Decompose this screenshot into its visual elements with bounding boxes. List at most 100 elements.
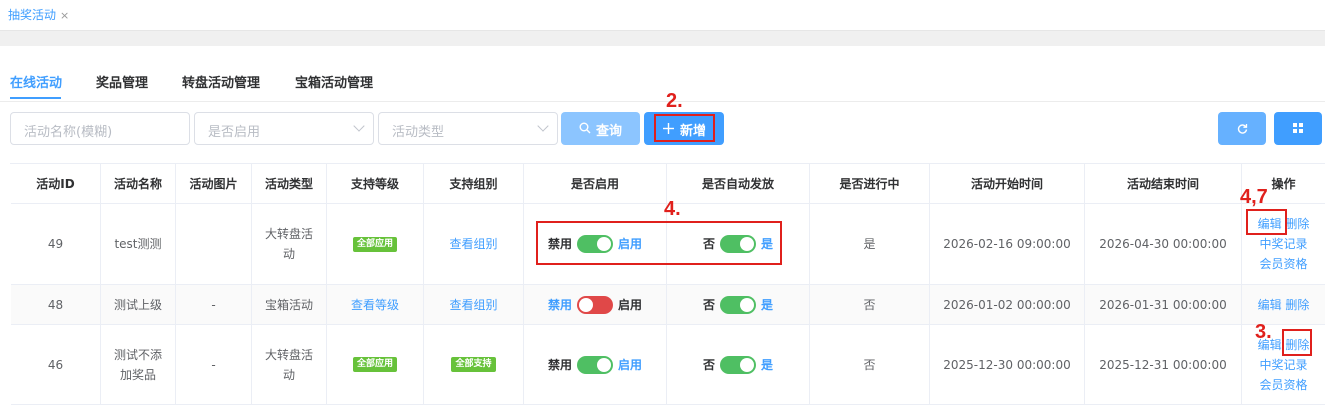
delete-link[interactable]: 删除 xyxy=(1285,298,1309,312)
cell-start: 2026-01-02 00:00:00 xyxy=(930,285,1085,324)
view-level-link[interactable]: 查看等级 xyxy=(351,295,399,315)
refresh-icon xyxy=(1237,124,1248,134)
cell-enabled: 禁用 启用 xyxy=(524,285,667,324)
enabled-placeholder: 是否启用 xyxy=(208,125,261,140)
header-image: 活动图片 xyxy=(176,164,252,203)
auto-yes-label: 是 xyxy=(761,357,774,372)
cell-image: - xyxy=(176,325,252,404)
cell-id: 48 xyxy=(11,285,101,324)
close-icon[interactable]: × xyxy=(60,9,69,22)
header-type: 活动类型 xyxy=(252,164,327,203)
view-group-link[interactable]: 查看组别 xyxy=(449,234,497,254)
tab-prize-management[interactable]: 奖品管理 xyxy=(96,72,148,91)
cell-id: 46 xyxy=(11,325,101,404)
sub-tabs: 在线活动 奖品管理 转盘活动管理 宝箱活动管理 xyxy=(0,66,1325,100)
activity-type-placeholder: 活动类型 xyxy=(392,125,445,140)
delete-link[interactable]: 删除 xyxy=(1285,217,1309,231)
cell-group: 查看组别 xyxy=(424,204,524,284)
cell-level: 全部应用 xyxy=(327,325,424,404)
delete-link-highlight xyxy=(1282,329,1312,356)
cell-auto: 否 是 xyxy=(667,325,810,404)
divider-band xyxy=(0,30,1325,46)
header-id: 活动ID xyxy=(11,164,101,203)
cell-start: 2026-02-16 09:00:00 xyxy=(930,204,1085,284)
cell-name: 测试不添加奖品 xyxy=(101,325,176,404)
annotation-label-edit: 4,7 xyxy=(1240,186,1268,208)
annotation-label-delete: 3. xyxy=(1255,321,1272,343)
auto-no-label: 否 xyxy=(702,357,715,372)
annotation-label-switches: 4. xyxy=(664,198,681,220)
header-name: 活动名称 xyxy=(101,164,176,203)
header-end: 活动结束时间 xyxy=(1085,164,1242,203)
table-row: 46 测试不添加奖品 - 大转盘活动 全部应用 全部支持 禁用 启用 否 是 否… xyxy=(11,325,1325,405)
prize-records-link[interactable]: 中奖记录 xyxy=(1259,234,1307,254)
cell-level: 全部应用 xyxy=(327,204,424,284)
cell-image xyxy=(176,204,252,284)
cell-level: 查看等级 xyxy=(327,285,424,324)
cell-end: 2026-01-31 00:00:00 xyxy=(1085,285,1242,324)
chevron-down-icon xyxy=(353,120,365,132)
query-label: 查询 xyxy=(596,124,623,139)
cell-end: 2025-12-31 00:00:00 xyxy=(1085,325,1242,404)
group-all-badge: 全部支持 xyxy=(451,357,496,372)
enable-toggle[interactable] xyxy=(577,355,613,374)
enable-toggle[interactable] xyxy=(577,295,613,314)
disable-label: 禁用 xyxy=(547,297,572,312)
member-eligibility-link[interactable]: 会员资格 xyxy=(1259,375,1307,395)
tabs-divider xyxy=(0,101,1325,102)
cell-auto: 否 是 xyxy=(667,285,810,324)
enabled-select[interactable]: 是否启用 xyxy=(194,112,374,145)
active-tab-indicator xyxy=(10,97,61,99)
search-icon xyxy=(579,122,591,134)
annotation-label-add: 2. xyxy=(666,90,683,112)
member-eligibility-link[interactable]: 会员资格 xyxy=(1259,254,1307,274)
cell-enabled: 禁用 启用 xyxy=(524,325,667,404)
cell-type: 大转盘活动 xyxy=(252,204,327,284)
add-button-highlight xyxy=(654,114,715,142)
switches-highlight xyxy=(536,221,782,265)
page-tab-lottery[interactable]: 抽奖活动 × xyxy=(8,6,69,23)
activity-name-placeholder: 活动名称(模糊) xyxy=(24,125,113,140)
cell-group: 查看组别 xyxy=(424,285,524,324)
page-tabbar: 抽奖活动 × xyxy=(0,0,1325,30)
columns-button[interactable] xyxy=(1274,112,1322,145)
cell-name: test测测 xyxy=(101,204,176,284)
header-ongoing: 是否进行中 xyxy=(810,164,930,203)
edit-link-highlight xyxy=(1246,209,1287,235)
tab-chest-management[interactable]: 宝箱活动管理 xyxy=(295,72,373,91)
view-group-link[interactable]: 查看组别 xyxy=(449,295,497,315)
activity-type-select[interactable]: 活动类型 xyxy=(378,112,558,145)
prize-records-link[interactable]: 中奖记录 xyxy=(1259,355,1307,375)
page-tab-label: 抽奖活动 xyxy=(8,8,57,22)
cell-start: 2025-12-30 00:00:00 xyxy=(930,325,1085,404)
auto-no-label: 否 xyxy=(702,297,715,312)
cell-name: 测试上级 xyxy=(101,285,176,324)
tab-online-activity[interactable]: 在线活动 xyxy=(10,72,62,91)
auto-toggle[interactable] xyxy=(720,355,756,374)
cell-image: - xyxy=(176,285,252,324)
cell-id: 49 xyxy=(11,204,101,284)
header-group: 支持组别 xyxy=(424,164,524,203)
auto-toggle[interactable] xyxy=(720,295,756,314)
cell-ongoing: 否 xyxy=(810,325,930,404)
auto-yes-label: 是 xyxy=(761,297,774,312)
activity-table: 活动ID 活动名称 活动图片 活动类型 支持等级 支持组别 是否启用 是否自动发… xyxy=(10,163,1325,405)
level-all-badge: 全部应用 xyxy=(352,357,397,372)
refresh-button[interactable] xyxy=(1218,112,1266,145)
cell-type: 大转盘活动 xyxy=(252,325,327,404)
header-level: 支持等级 xyxy=(327,164,424,203)
cell-ongoing: 是 xyxy=(810,204,930,284)
cell-actions: 编辑 删除 xyxy=(1242,285,1325,324)
header-start: 活动开始时间 xyxy=(930,164,1085,203)
edit-link[interactable]: 编辑 xyxy=(1258,298,1282,312)
query-button[interactable]: 查询 xyxy=(561,112,640,145)
cell-type: 宝箱活动 xyxy=(252,285,327,324)
level-all-badge: 全部应用 xyxy=(352,236,397,252)
table-row: 48 测试上级 - 宝箱活动 查看等级 查看组别 禁用 启用 否 是 否 202… xyxy=(11,285,1325,325)
enable-label: 启用 xyxy=(618,297,643,312)
cell-end: 2026-04-30 00:00:00 xyxy=(1085,204,1242,284)
cell-ongoing: 否 xyxy=(810,285,930,324)
header-enabled: 是否启用 xyxy=(524,164,667,203)
tab-wheel-management[interactable]: 转盘活动管理 xyxy=(182,72,260,91)
activity-name-input[interactable]: 活动名称(模糊) xyxy=(10,112,190,145)
